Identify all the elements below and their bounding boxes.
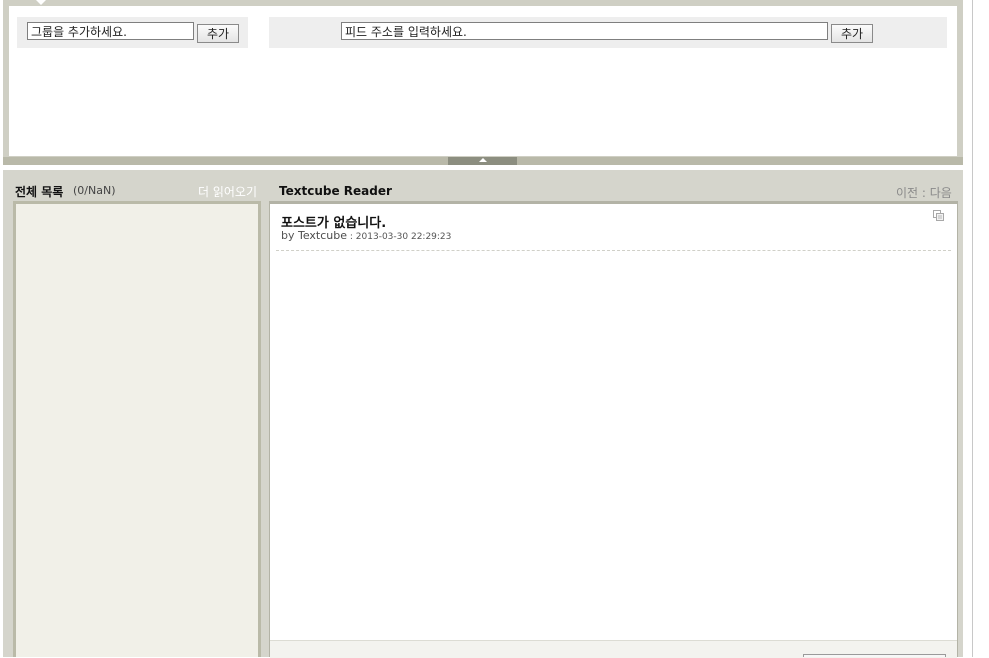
post-author[interactable]: Textcube — [298, 229, 347, 242]
post-pager: 이전 : 다음 — [896, 184, 952, 201]
feed-list-count: (0/NaN) — [73, 184, 116, 197]
post-date: 2013-03-30 22:29:23 — [355, 232, 452, 242]
group-name-input[interactable] — [27, 22, 194, 40]
collapse-panel-button[interactable] — [448, 157, 517, 165]
copy-icon[interactable] — [933, 210, 944, 221]
add-feed-button[interactable]: 추가 — [831, 24, 873, 43]
post-separator — [276, 250, 951, 251]
load-more-link[interactable]: 더 읽어오기 — [198, 183, 257, 200]
post-meta: by Textcube : 2013-03-30 22:29:23 — [281, 229, 451, 242]
page-divider — [972, 0, 973, 657]
post-date-separator: : — [347, 232, 356, 242]
feed-list-panel — [13, 201, 261, 657]
post-panel — [269, 201, 958, 657]
feed-list-title: 전체 목록 — [15, 185, 64, 199]
reader-title: Textcube Reader — [279, 184, 392, 198]
triangle-up-icon — [479, 158, 487, 162]
add-group-button[interactable]: 추가 — [197, 24, 239, 43]
next-post-link[interactable]: 다음 — [930, 186, 952, 200]
pager-separator: : — [918, 186, 930, 200]
prev-post-link[interactable]: 이전 — [896, 186, 918, 200]
post-by-label: by — [281, 229, 298, 242]
panel-notch — [36, 0, 46, 5]
feed-url-input[interactable] — [341, 22, 828, 40]
